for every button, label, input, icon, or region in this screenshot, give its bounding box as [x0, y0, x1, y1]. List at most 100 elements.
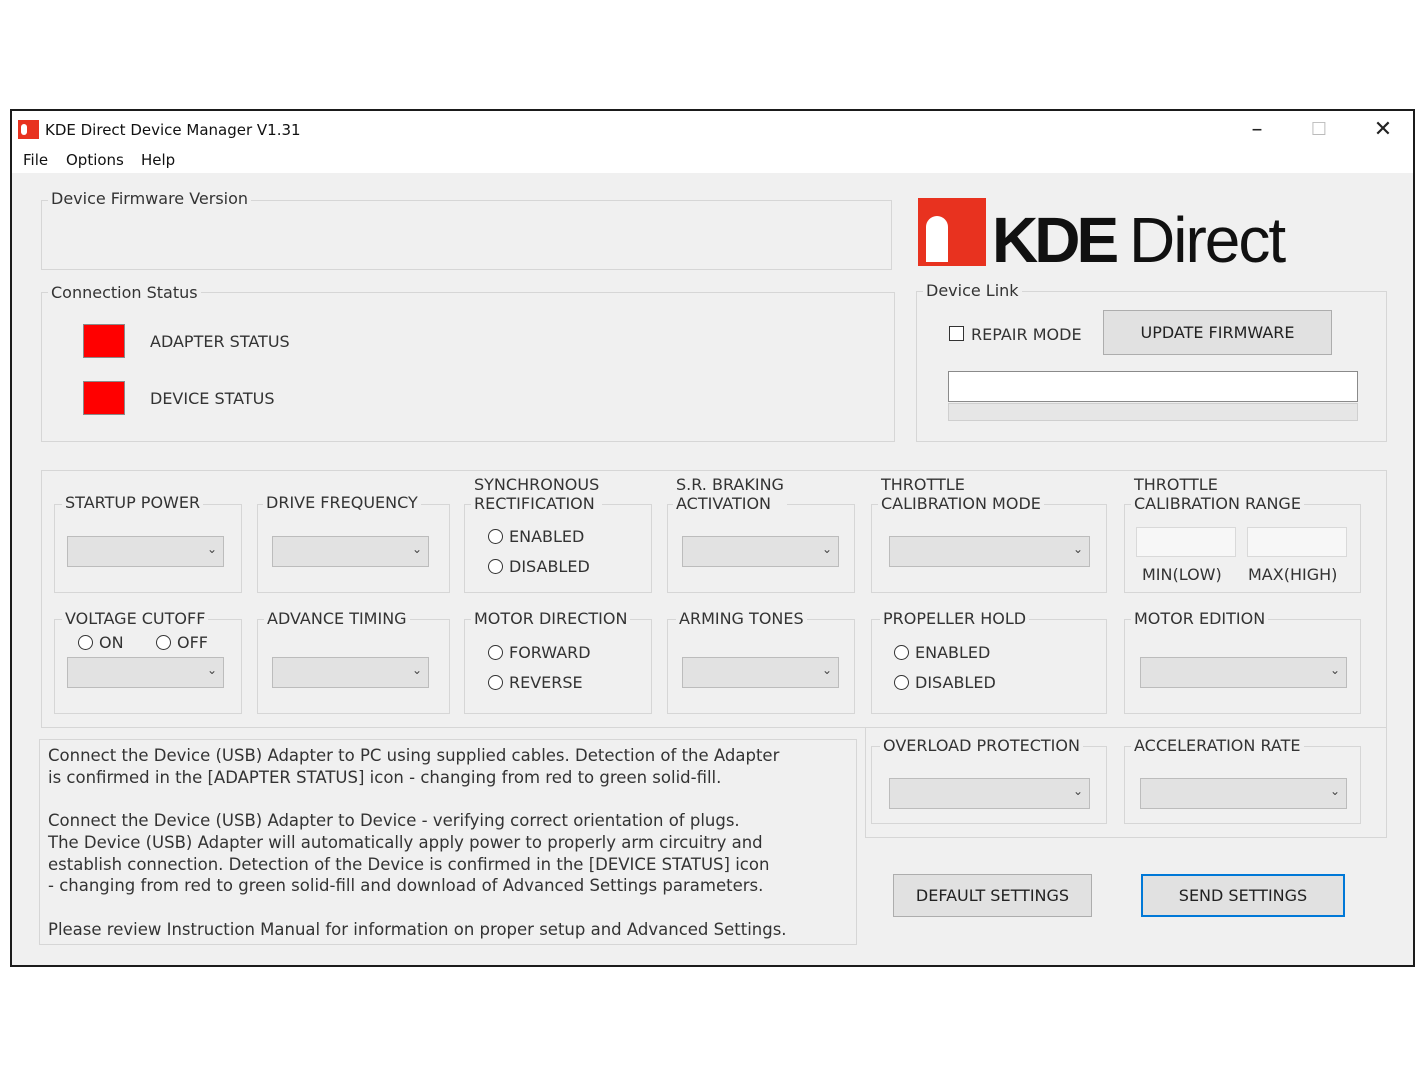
device-status-label: DEVICE STATUS	[150, 389, 275, 408]
chevron-down-icon: ⌄	[206, 542, 217, 556]
adapter-status-label: ADAPTER STATUS	[150, 332, 290, 351]
propeller-hold-group	[871, 619, 1107, 714]
device-status-indicator	[83, 381, 125, 415]
sr-braking-label: S.R. BRAKING ACTIVATION	[673, 475, 787, 513]
propeller-hold-enabled-radio[interactable]: ENABLED	[894, 643, 990, 662]
throttle-cal-mode-label-line1: THROTTLE	[881, 475, 965, 494]
motor-edition-label: MOTOR EDITION	[1131, 609, 1269, 628]
propeller-hold-label: PROPELLER HOLD	[880, 609, 1030, 628]
forward-radio[interactable]: FORWARD	[488, 643, 591, 662]
instructions-line: - changing from red to green solid-fill …	[48, 876, 764, 896]
title-bar: KDE Direct Device Manager V1.31 – ☐ ✕	[12, 111, 1413, 147]
reverse-label: REVERSE	[509, 673, 583, 692]
overload-protection-select[interactable]: ⌄	[889, 778, 1090, 809]
radio-icon	[488, 675, 503, 690]
menu-file[interactable]: File	[23, 151, 48, 169]
chevron-down-icon: ⌄	[1072, 784, 1083, 798]
instructions-line: Connect the Device (USB) Adapter to Devi…	[48, 811, 740, 831]
chevron-down-icon: ⌄	[1329, 784, 1340, 798]
sync-rect-group	[464, 504, 652, 593]
chevron-down-icon: ⌄	[206, 663, 217, 677]
instructions-line: establish connection. Detection of the D…	[48, 854, 770, 874]
radio-icon	[78, 635, 93, 650]
chevron-down-icon: ⌄	[411, 663, 422, 677]
throttle-cal-mode-select[interactable]: ⌄	[889, 536, 1090, 567]
close-icon[interactable]: ✕	[1360, 115, 1406, 145]
throttle-cal-range-label: THROTTLE CALIBRATION RANGE	[1131, 475, 1304, 513]
instructions-line: The Device (USB) Adapter will automatica…	[48, 832, 763, 852]
chevron-down-icon: ⌄	[411, 542, 422, 556]
window-title: KDE Direct Device Manager V1.31	[45, 121, 301, 139]
radio-icon	[894, 645, 909, 660]
motor-direction-label: MOTOR DIRECTION	[471, 609, 631, 628]
motor-edition-select[interactable]: ⌄	[1140, 657, 1347, 688]
logo-kde-text: KDE	[992, 204, 1119, 276]
sync-rect-enabled-label: ENABLED	[509, 527, 585, 546]
radio-icon	[488, 645, 503, 660]
startup-power-select[interactable]: ⌄	[67, 536, 224, 567]
throttle-cal-range-label-line2: CALIBRATION RANGE	[1134, 494, 1301, 513]
send-settings-button[interactable]: SEND SETTINGS	[1141, 874, 1345, 917]
sr-braking-label-line2: ACTIVATION	[676, 494, 772, 513]
sync-rect-label: SYNCHRONOUS RECTIFICATION	[471, 475, 603, 513]
sr-braking-select[interactable]: ⌄	[682, 536, 839, 567]
instructions-text: Connect the Device (USB) Adapter to PC u…	[48, 745, 787, 940]
startup-power-label: STARTUP POWER	[62, 493, 204, 512]
firmware-legend: Device Firmware Version	[48, 189, 252, 208]
voltage-cutoff-on-radio[interactable]: ON	[78, 633, 124, 652]
min-low-input[interactable]	[1136, 527, 1236, 557]
motor-direction-group	[464, 619, 652, 714]
throttle-cal-mode-label-line2: CALIBRATION MODE	[881, 494, 1041, 513]
propeller-hold-disabled-radio[interactable]: DISABLED	[894, 673, 996, 692]
sync-rect-label-line2: RECTIFICATION	[474, 494, 595, 513]
propeller-hold-enabled-label: ENABLED	[915, 643, 991, 662]
radio-icon	[894, 675, 909, 690]
sync-rect-disabled-radio[interactable]: DISABLED	[488, 557, 590, 576]
menu-bar: File Options Help	[12, 147, 1413, 173]
throttle-cal-mode-label: THROTTLE CALIBRATION MODE	[878, 475, 1044, 513]
voltage-cutoff-on-label: ON	[99, 633, 124, 652]
instructions-line: is confirmed in the [ADAPTER STATUS] ico…	[48, 767, 722, 787]
default-settings-button[interactable]: DEFAULT SETTINGS	[893, 874, 1092, 917]
min-low-label: MIN(LOW)	[1142, 565, 1222, 584]
acceleration-rate-select[interactable]: ⌄	[1140, 778, 1347, 809]
repair-mode-label: REPAIR MODE	[971, 325, 1082, 344]
app-window: KDE Direct Device Manager V1.31 – ☐ ✕ Fi…	[10, 109, 1415, 967]
radio-icon	[488, 529, 503, 544]
minimize-icon[interactable]: –	[1234, 115, 1280, 145]
forward-label: FORWARD	[509, 643, 591, 662]
sync-rect-label-line1: SYNCHRONOUS	[474, 475, 600, 494]
chevron-down-icon: ⌄	[1072, 542, 1083, 556]
connection-group	[41, 292, 895, 442]
screen: { "window": { "title": "KDE Direct Devic…	[0, 0, 1427, 1080]
firmware-group	[41, 200, 892, 270]
voltage-cutoff-select[interactable]: ⌄	[67, 657, 224, 688]
max-high-label: MAX(HIGH)	[1248, 565, 1338, 584]
sync-rect-enabled-radio[interactable]: ENABLED	[488, 527, 584, 546]
throttle-cal-range-label-line1: THROTTLE	[1134, 475, 1218, 494]
instructions-line: Connect the Device (USB) Adapter to PC u…	[48, 746, 780, 765]
chevron-down-icon: ⌄	[1329, 663, 1340, 677]
chevron-down-icon: ⌄	[821, 663, 832, 677]
firmware-file-input[interactable]	[948, 371, 1358, 402]
adapter-status-indicator	[83, 324, 125, 358]
max-high-input[interactable]	[1247, 527, 1347, 557]
logo-direct-text: Direct	[1129, 204, 1286, 276]
reverse-radio[interactable]: REVERSE	[488, 673, 583, 692]
update-firmware-button[interactable]: UPDATE FIRMWARE	[1103, 310, 1332, 355]
arming-tones-select[interactable]: ⌄	[682, 657, 839, 688]
menu-help[interactable]: Help	[141, 151, 175, 169]
maximize-icon[interactable]: ☐	[1296, 115, 1342, 145]
drive-frequency-select[interactable]: ⌄	[272, 536, 429, 567]
connection-legend: Connection Status	[48, 283, 201, 302]
radio-icon	[156, 635, 171, 650]
voltage-cutoff-off-radio[interactable]: OFF	[156, 633, 208, 652]
firmware-progress-bar	[948, 403, 1358, 421]
menu-options[interactable]: Options	[66, 151, 124, 169]
repair-mode-checkbox[interactable]	[949, 326, 964, 341]
chevron-down-icon: ⌄	[821, 542, 832, 556]
advance-timing-select[interactable]: ⌄	[272, 657, 429, 688]
voltage-cutoff-label: VOLTAGE CUTOFF	[62, 609, 209, 628]
drive-frequency-label: DRIVE FREQUENCY	[263, 493, 421, 512]
kde-logo-icon	[918, 198, 986, 266]
